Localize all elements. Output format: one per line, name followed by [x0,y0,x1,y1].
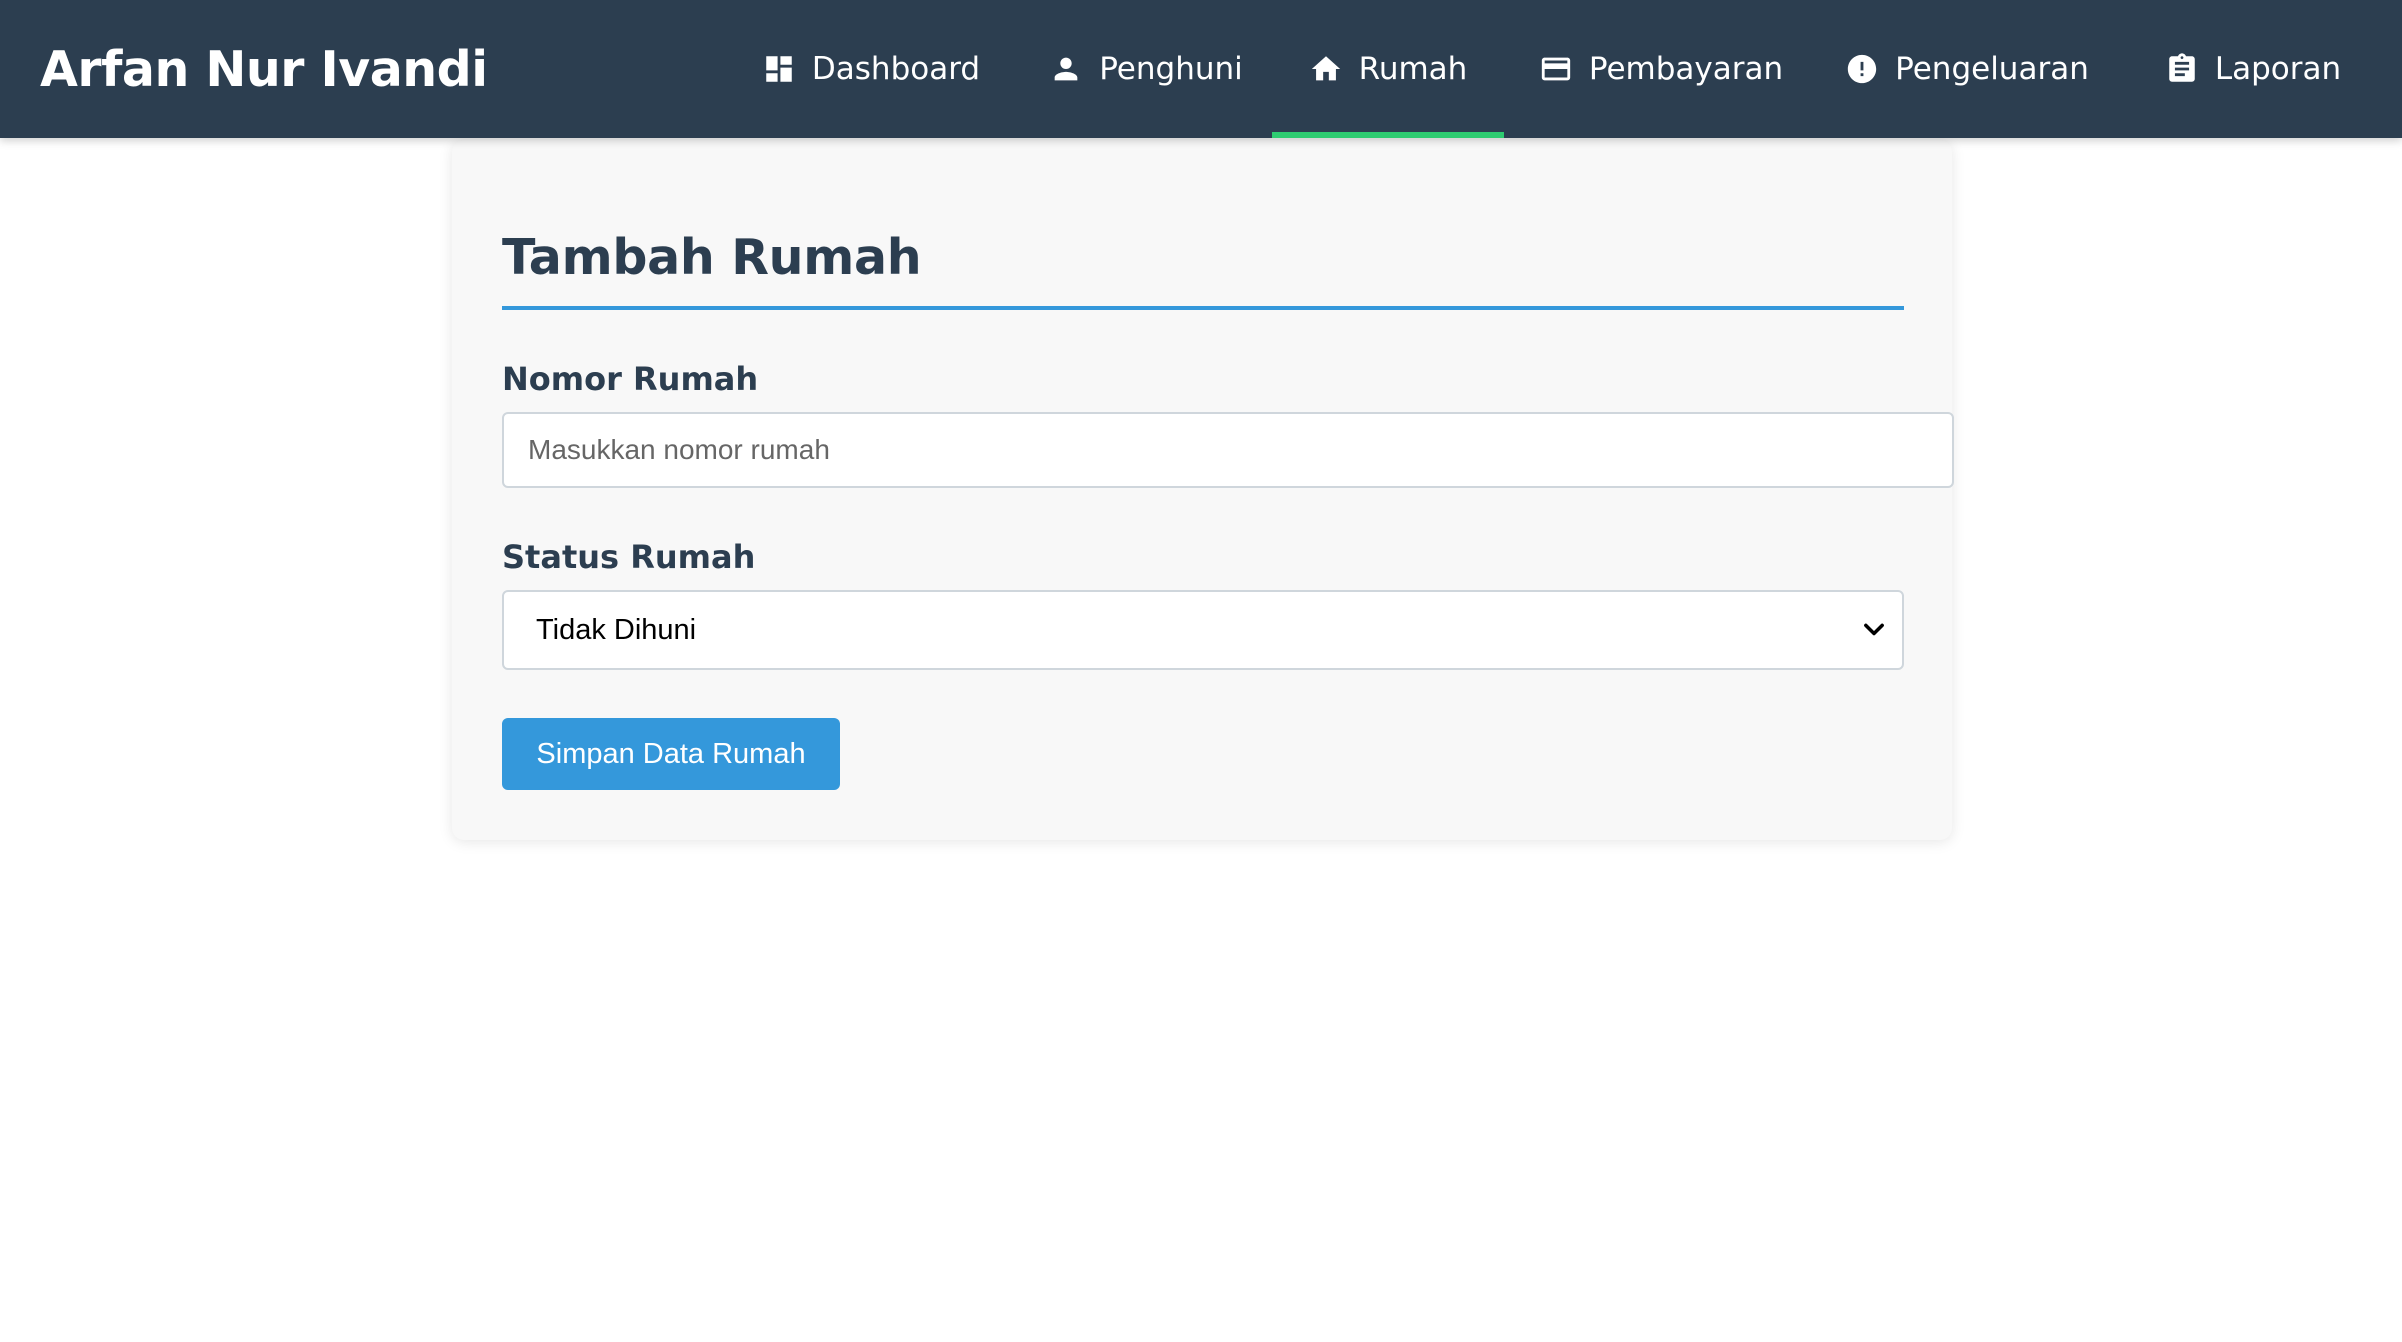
credit-card-icon [1539,52,1573,86]
person-icon [1049,52,1083,86]
status-rumah-label: Status Rumah [502,538,756,576]
nav-label-dashboard: Dashboard [811,51,981,87]
nav-label-pembayaran: Pembayaran [1588,51,1784,87]
nav-item-laporan[interactable]: Laporan [2148,0,2358,138]
nav-label-rumah: Rumah [1358,51,1468,87]
status-rumah-selected-value: Tidak Dihuni [536,613,697,646]
nomor-rumah-input[interactable] [502,412,1954,488]
dashboard-icon [762,52,796,86]
nav-label-pengeluaran: Pengeluaran [1895,51,2089,87]
nav-item-penghuni[interactable]: Penghuni [1032,0,1260,138]
nav-item-rumah[interactable]: Rumah [1272,0,1504,138]
nav-item-dashboard[interactable]: Dashboard [748,0,994,138]
page-title: Tambah Rumah [502,229,1904,311]
chevron-down-icon [1860,616,1888,644]
top-navbar: Arfan Nur Ivandi Dashboard Penghuni Ruma… [0,0,2402,138]
nav-label-laporan: Laporan [2214,51,2342,87]
form-card: Tambah Rumah Nomor Rumah Status Rumah Ti… [452,140,1954,840]
save-rumah-button[interactable]: Simpan Data Rumah [502,718,840,790]
nomor-rumah-label: Nomor Rumah [502,360,759,398]
home-icon [1309,52,1343,86]
alert-circle-icon [1845,52,1879,86]
nav-item-pengeluaran[interactable]: Pengeluaran [1832,0,2102,138]
nav-item-pembayaran[interactable]: Pembayaran [1534,0,1788,138]
clipboard-icon [2165,52,2199,86]
nav-label-penghuni: Penghuni [1099,51,1243,87]
status-rumah-select[interactable]: Tidak Dihuni [502,590,1904,670]
brand-title[interactable]: Arfan Nur Ivandi [40,0,488,138]
